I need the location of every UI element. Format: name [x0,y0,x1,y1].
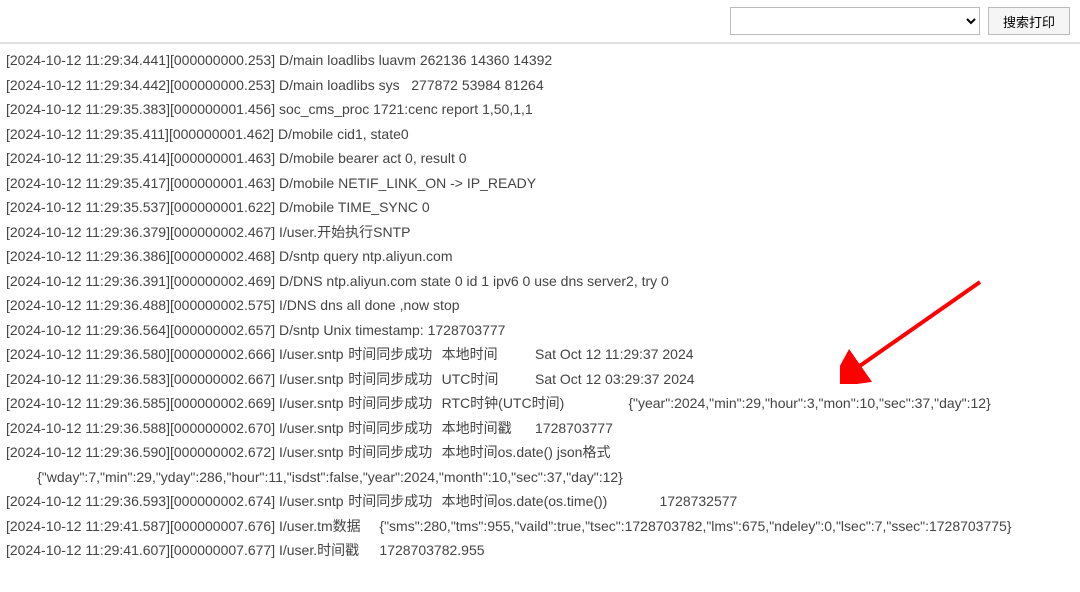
log-line: [2024-10-12 11:29:36.564][000000002.657]… [6,318,1074,343]
log-line: [2024-10-12 11:29:35.411][000000001.462]… [6,122,1074,147]
log-line: [2024-10-12 11:29:36.590][000000002.672]… [6,440,1074,465]
log-line: [2024-10-12 11:29:34.442][000000000.253]… [6,73,1074,98]
log-line: [2024-10-12 11:29:36.593][000000002.674]… [6,489,1074,514]
log-line: [2024-10-12 11:29:36.488][000000002.575]… [6,293,1074,318]
log-line: [2024-10-12 11:29:36.588][000000002.670]… [6,416,1074,441]
log-line: {"wday":7,"min":29,"yday":286,"hour":11,… [6,465,1074,490]
log-line: [2024-10-12 11:29:36.580][000000002.666]… [6,342,1074,367]
log-line: [2024-10-12 11:29:35.417][000000001.463]… [6,171,1074,196]
log-output: [2024-10-12 11:29:34.441][000000000.253]… [0,44,1080,592]
log-line: [2024-10-12 11:29:35.414][000000001.463]… [6,146,1074,171]
search-print-button[interactable]: 搜索打印 [988,7,1070,35]
log-line: [2024-10-12 11:29:36.379][000000002.467]… [6,220,1074,245]
log-line: [2024-10-12 11:29:41.587][000000007.676]… [6,514,1074,539]
log-line: [2024-10-12 11:29:35.537][000000001.622]… [6,195,1074,220]
log-line: [2024-10-12 11:29:36.585][000000002.669]… [6,391,1074,416]
log-line: [2024-10-12 11:29:34.441][000000000.253]… [6,48,1074,73]
log-line: [2024-10-12 11:29:35.383][000000001.456]… [6,97,1074,122]
log-line: [2024-10-12 11:29:36.583][000000002.667]… [6,367,1074,392]
log-line: [2024-10-12 11:29:36.391][000000002.469]… [6,269,1074,294]
log-line: [2024-10-12 11:29:41.607][000000007.677]… [6,538,1074,563]
toolbar: 搜索打印 [0,0,1080,44]
filter-select[interactable] [730,7,980,35]
log-line: [2024-10-12 11:29:36.386][000000002.468]… [6,244,1074,269]
